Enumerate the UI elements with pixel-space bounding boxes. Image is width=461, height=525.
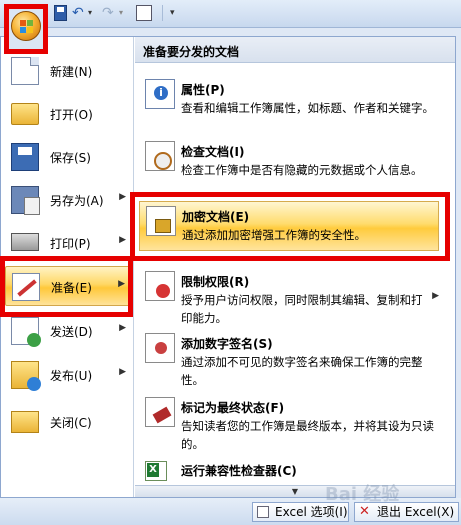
- menu-item-label: 新建(N): [50, 65, 93, 79]
- redo-icon[interactable]: ↷: [102, 5, 116, 21]
- submenu-arrow-icon: ▶: [118, 279, 125, 289]
- submenu-arrow-icon: ▶: [119, 367, 126, 377]
- restrict-permission-icon: [145, 271, 175, 301]
- submenu-item-inspect[interactable]: 检查文档(I) 检查工作簿中是否有隐藏的元数据或个人信息。: [135, 137, 455, 195]
- quick-access-toolbar: ↶ ▾ ↷ ▾ ▾: [0, 0, 461, 28]
- submenu-item-title: 检查文档(I): [181, 145, 245, 159]
- open-folder-icon: [11, 103, 39, 125]
- submenu-item-desc: 通过添加加密增强工作簿的安全性。: [182, 228, 366, 242]
- watermark: Bai 经验: [325, 484, 400, 505]
- save-icon[interactable]: [54, 5, 67, 21]
- scroll-down-button[interactable]: ▼: [135, 485, 455, 497]
- excel-compatibility-icon: [145, 461, 167, 481]
- submenu-arrow-icon: ▶: [119, 235, 126, 245]
- inspect-document-icon: [145, 141, 175, 171]
- submenu-item-desc: 查看和编辑工作簿属性，如标题、作者和关键字。: [181, 101, 434, 115]
- undo-icon[interactable]: ↶: [72, 5, 86, 21]
- menu-item-label: 发布(U): [50, 369, 93, 383]
- submenu-item-desc: 检查工作簿中是否有隐藏的元数据或个人信息。: [181, 163, 423, 177]
- mark-final-icon: [145, 397, 175, 427]
- submenu-item-desc: 授予用户访问权限，同时限制其编辑、复制和打印能力。: [181, 293, 423, 325]
- office-menu: 新建(N) 打开(O) 保存(S) 另存为(A) ▶ 打印(P) ▶ 准备(E)…: [0, 36, 456, 498]
- submenu-arrow-icon: ▶: [432, 291, 439, 301]
- submenu-item-restrict[interactable]: 限制权限(R) 授予用户访问权限，同时限制其编辑、复制和打印能力。 ▶: [135, 267, 455, 325]
- submenu-arrow-icon: ▶: [119, 323, 126, 333]
- menu-item-label: 打开(O): [50, 108, 93, 122]
- close-folder-icon: [11, 411, 39, 433]
- divider: [162, 5, 163, 21]
- lock-icon: [146, 206, 176, 236]
- menu-item-label: 另存为(A): [50, 194, 104, 208]
- submenu-item-properties[interactable]: 属性(P) 查看和编辑工作簿属性，如标题、作者和关键字。: [135, 75, 455, 133]
- menu-item-save[interactable]: 保存(S): [5, 137, 130, 177]
- prepare-submenu-panel: 准备要分发的文档 属性(P) 查看和编辑工作簿属性，如标题、作者和关键字。 检查…: [135, 37, 455, 497]
- chevron-down-icon[interactable]: ▾: [88, 5, 96, 21]
- panel-header: 准备要分发的文档: [135, 37, 455, 63]
- properties-icon: [145, 79, 175, 109]
- save-as-icon: [11, 186, 40, 215]
- menu-item-label: 保存(S): [50, 151, 91, 165]
- left-command-list: 新建(N) 打开(O) 保存(S) 另存为(A) ▶ 打印(P) ▶ 准备(E)…: [1, 37, 134, 497]
- menu-item-print[interactable]: 打印(P) ▶: [5, 223, 130, 263]
- submenu-item-desc: 通过添加不可见的数字签名来确保工作簿的完整性。: [181, 355, 423, 387]
- menu-item-label: 准备(E): [51, 281, 92, 295]
- submenu-item-compatibility[interactable]: 运行兼容性检查器(C): [135, 457, 455, 483]
- submenu-item-digital-signature[interactable]: 添加数字签名(S) 通过添加不可见的数字签名来确保工作簿的完整性。: [135, 329, 455, 387]
- options-icon: [257, 506, 269, 518]
- office-button[interactable]: [4, 4, 48, 54]
- menu-item-publish[interactable]: 发布(U) ▶: [5, 355, 130, 395]
- chevron-down-icon[interactable]: ▾: [119, 5, 127, 21]
- submenu-item-title: 加密文档(E): [182, 210, 250, 224]
- submenu-item-title: 添加数字签名(S): [181, 337, 273, 351]
- menu-item-label: 打印(P): [50, 237, 91, 251]
- submenu-arrow-icon: ▶: [119, 192, 126, 202]
- print-preview-icon[interactable]: [136, 5, 152, 21]
- digital-signature-icon: [145, 333, 175, 363]
- menu-item-close[interactable]: 关闭(C): [5, 402, 130, 442]
- menu-item-label: 关闭(C): [50, 416, 92, 430]
- menu-item-label: 发送(D): [50, 325, 93, 339]
- publish-icon: [11, 361, 41, 391]
- send-icon: [11, 317, 41, 347]
- close-icon: ✕: [359, 504, 370, 519]
- submenu-item-title: 限制权限(R): [181, 275, 250, 289]
- menu-item-send[interactable]: 发送(D) ▶: [5, 311, 130, 351]
- submenu-item-encrypt[interactable]: 加密文档(E) 通过添加加密增强工作簿的安全性。: [139, 201, 439, 251]
- office-logo-icon: [20, 20, 34, 34]
- submenu-item-title: 属性(P): [181, 83, 225, 97]
- submenu-item-title: 运行兼容性检查器(C): [181, 464, 297, 478]
- menu-item-prepare[interactable]: 准备(E) ▶: [5, 266, 130, 306]
- new-document-icon: [11, 57, 39, 85]
- save-disk-icon: [11, 143, 39, 171]
- menu-item-new[interactable]: 新建(N): [5, 51, 130, 91]
- printer-icon: [11, 233, 39, 251]
- menu-item-open[interactable]: 打开(O): [5, 94, 130, 134]
- customize-toolbar-icon[interactable]: ▾: [170, 5, 178, 21]
- prepare-document-icon: [12, 273, 40, 301]
- submenu-item-mark-final[interactable]: 标记为最终状态(F) 告知读者您的工作簿是最终版本，并将其设为只读的。: [135, 393, 455, 451]
- menu-item-save-as[interactable]: 另存为(A) ▶: [5, 180, 130, 220]
- submenu-item-title: 标记为最终状态(F): [181, 401, 285, 415]
- office-orb-icon: [11, 11, 41, 41]
- submenu-item-desc: 告知读者您的工作簿是最终版本，并将其设为只读的。: [181, 419, 434, 451]
